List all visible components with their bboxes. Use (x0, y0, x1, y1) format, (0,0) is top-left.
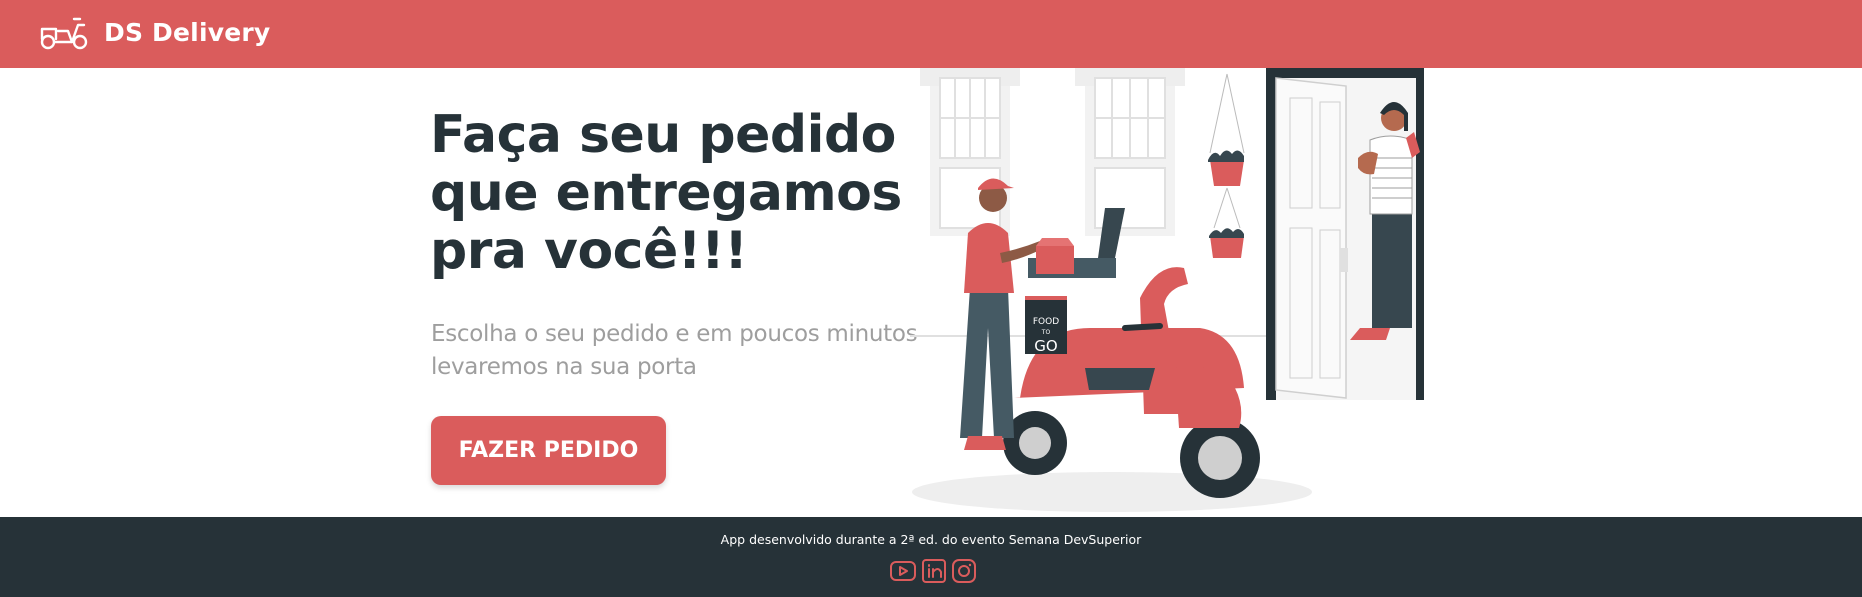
navbar: DS Delivery (0, 0, 1862, 68)
brand-name[interactable]: DS Delivery (104, 18, 270, 47)
box-text-food: FOOD (1033, 317, 1059, 327)
linkedin-icon[interactable] (920, 558, 948, 584)
order-button[interactable]: FAZER PEDIDO (431, 416, 666, 485)
hero-subtitle: Escolha o seu pedido e em poucos minutos… (431, 321, 918, 380)
hero-title: Faça seu pedido que entregamos pra você!… (430, 105, 902, 281)
footer-text: App desenvolvido durante a 2ª ed. do eve… (720, 532, 1142, 547)
scooter-icon[interactable] (38, 15, 90, 51)
window-right (1075, 68, 1185, 236)
box-text-go: GO (1034, 337, 1057, 355)
food-to-go-box: FOOD TO GO (1025, 296, 1067, 355)
hanging-plants (1208, 73, 1245, 258)
instagram-icon[interactable] (950, 558, 978, 584)
footer: App desenvolvido durante a 2ª ed. do eve… (0, 517, 1862, 597)
youtube-icon[interactable] (889, 558, 917, 584)
box-text-to: TO (1041, 329, 1051, 336)
delivery-illustration: FOOD TO GO (910, 68, 1424, 512)
window-left (920, 68, 1020, 236)
